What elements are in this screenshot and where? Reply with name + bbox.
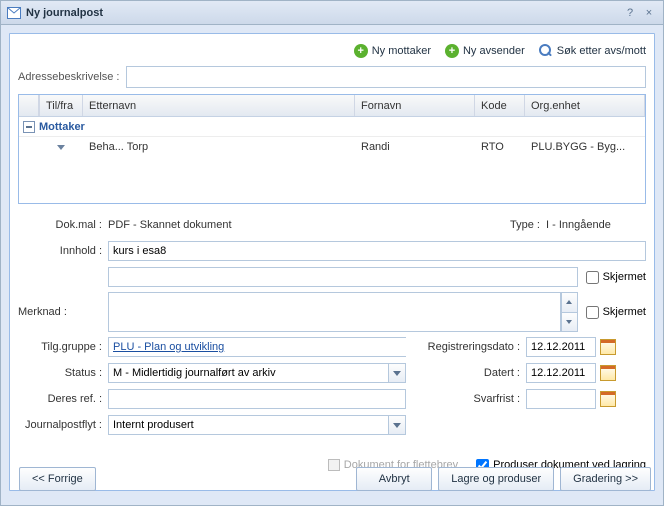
avbryt-button[interactable]: Avbryt	[356, 467, 432, 491]
merknad-textarea[interactable]	[108, 292, 561, 332]
address-row: Adressebeskrivelse :	[18, 66, 646, 88]
calendar-icon[interactable]	[600, 339, 616, 355]
mail-icon	[7, 6, 21, 20]
skjermet2-label: Skjermet	[603, 306, 646, 318]
chevron-down-icon	[393, 423, 401, 428]
grid-group-row[interactable]: Mottaker	[19, 117, 645, 137]
help-button[interactable]: ?	[622, 5, 638, 21]
flyt-combo[interactable]	[108, 415, 406, 435]
flyt-trigger[interactable]	[388, 415, 406, 435]
forrige-button[interactable]: << Forrige	[19, 467, 96, 491]
form-area: Dok.mal : PDF - Skannet dokument Type : …	[18, 214, 646, 476]
col-fornavn[interactable]: Fornavn	[355, 95, 475, 116]
new-sender-button[interactable]: + Ny avsender	[445, 44, 525, 58]
dialog-window: Ny journalpost ? × + Ny mottaker + Ny av…	[0, 0, 664, 506]
type-value: I - Inngående	[546, 219, 646, 231]
chevron-down-icon	[57, 145, 65, 150]
calendar-icon[interactable]	[600, 391, 616, 407]
search-label: Søk etter avs/mott	[557, 45, 646, 57]
calendar-icon[interactable]	[600, 365, 616, 381]
cell-orgenhet: PLU.BYGG - Byg...	[525, 137, 645, 157]
status-label: Status :	[18, 367, 108, 379]
main-panel: + Ny mottaker + Ny avsender Søk etter av…	[9, 33, 655, 491]
svarfrist-label: Svarfrist :	[416, 393, 526, 405]
status-trigger[interactable]	[388, 363, 406, 383]
col-tilfra[interactable]: Til/fra	[39, 95, 83, 116]
new-sender-label: Ny avsender	[463, 45, 525, 57]
col-etternavn[interactable]: Etternavn	[83, 95, 355, 116]
plus-icon: +	[445, 44, 459, 58]
status-combo[interactable]	[108, 363, 406, 383]
grid-header: Til/fra Etternavn Fornavn Kode Org.enhet	[19, 95, 645, 117]
grid-data-row[interactable]: Beha... Torp Randi RTO PLU.BYGG - Byg...	[19, 137, 645, 157]
cell-etternavn: Beha... Torp	[83, 137, 355, 157]
collapse-icon[interactable]	[23, 121, 35, 133]
chevron-down-icon	[393, 371, 401, 376]
regdato-input[interactable]	[526, 337, 596, 357]
search-icon	[539, 44, 553, 58]
close-button[interactable]: ×	[641, 5, 657, 21]
datert-label: Datert :	[416, 367, 526, 379]
deres-label: Deres ref. :	[18, 393, 108, 405]
titlebar: Ny journalpost ? ×	[1, 1, 663, 25]
skjermet2-checkbox[interactable]	[586, 306, 599, 319]
flyt-label: Journalpostflyt :	[18, 419, 108, 431]
spin-down-button[interactable]	[561, 312, 578, 333]
tilg-label: Tilg.gruppe :	[18, 341, 108, 353]
grid-body: Mottaker Beha... Torp Randi RTO PLU.BYGG…	[19, 117, 645, 157]
dokmal-label: Dok.mal :	[18, 219, 108, 231]
new-recipient-label: Ny mottaker	[372, 45, 431, 57]
content-area: + Ny mottaker + Ny avsender Søk etter av…	[1, 25, 663, 499]
spin-up-button[interactable]	[561, 292, 578, 312]
skjermet1-row: Skjermet	[586, 271, 646, 284]
group-label: Mottaker	[39, 121, 85, 133]
address-label: Adressebeskrivelse :	[18, 71, 120, 83]
arrow-down-icon	[566, 320, 572, 324]
merknad-label: Merknad :	[18, 292, 108, 332]
innhold-input[interactable]	[108, 241, 646, 261]
skjermet2-row: Skjermet	[586, 292, 646, 332]
address-input[interactable]	[126, 66, 647, 88]
tilg-combo[interactable]	[108, 337, 406, 357]
flyt-input[interactable]	[108, 415, 388, 435]
tilg-input[interactable]	[108, 337, 406, 357]
svarfrist-input[interactable]	[526, 389, 596, 409]
regdato-label: Registreringsdato :	[416, 341, 526, 353]
col-orgenhet[interactable]: Org.enhet	[525, 95, 645, 116]
cell-tilfra[interactable]	[39, 137, 83, 157]
skjermet1-checkbox[interactable]	[586, 271, 599, 284]
window-title: Ny journalpost	[26, 7, 619, 19]
action-toolbar: + Ny mottaker + Ny avsender Søk etter av…	[18, 40, 646, 66]
merknad-spinner	[561, 292, 578, 332]
lagre-produser-button[interactable]: Lagre og produser	[438, 467, 554, 491]
dokmal-value: PDF - Skannet dokument	[108, 219, 496, 231]
plus-icon: +	[354, 44, 368, 58]
deres-input[interactable]	[108, 389, 406, 409]
search-recipient-button[interactable]: Søk etter avs/mott	[539, 44, 646, 58]
datert-input[interactable]	[526, 363, 596, 383]
grid-header-expander	[19, 95, 39, 116]
innhold2-input[interactable]	[108, 267, 578, 287]
skjermet1-label: Skjermet	[603, 271, 646, 283]
recipients-grid: Til/fra Etternavn Fornavn Kode Org.enhet…	[18, 94, 646, 204]
col-kode[interactable]: Kode	[475, 95, 525, 116]
footer-buttons: << Forrige Avbryt Lagre og produser Grad…	[1, 457, 663, 505]
gradering-button[interactable]: Gradering >>	[560, 467, 651, 491]
cell-kode: RTO	[475, 137, 525, 157]
type-label: Type :	[496, 219, 546, 231]
new-recipient-button[interactable]: + Ny mottaker	[354, 44, 431, 58]
cell-fornavn: Randi	[355, 137, 475, 157]
arrow-up-icon	[566, 300, 572, 304]
innhold-label: Innhold :	[18, 245, 108, 257]
status-input[interactable]	[108, 363, 388, 383]
